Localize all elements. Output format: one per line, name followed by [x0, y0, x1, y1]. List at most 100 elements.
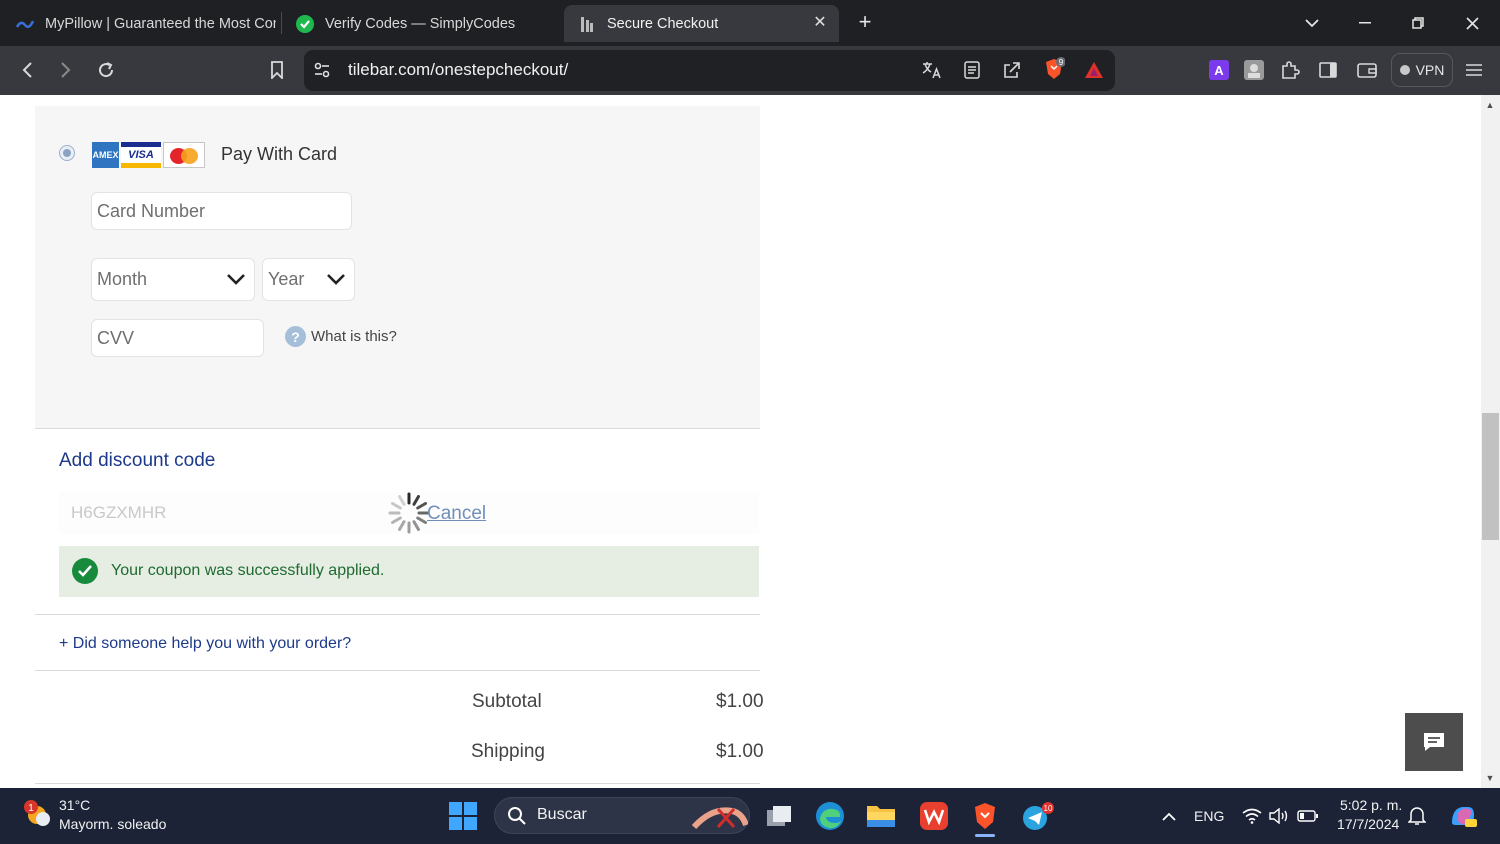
year-select[interactable]: Year	[262, 258, 355, 301]
chat-icon	[1424, 733, 1444, 751]
cvv-field[interactable]: CVV	[91, 319, 264, 357]
windows-start-icon[interactable]	[444, 797, 482, 835]
extensions-puzzle-icon[interactable]	[1276, 56, 1304, 84]
share-icon[interactable]	[998, 56, 1026, 84]
month-select[interactable]: Month	[91, 258, 255, 301]
subtotal-value: $1.00	[716, 691, 764, 712]
svg-text:A: A	[1214, 63, 1224, 78]
bookmark-icon[interactable]	[263, 56, 291, 84]
question-mark-icon[interactable]: ?	[285, 326, 306, 347]
tab-title: Verify Codes — SimplyCodes	[325, 15, 516, 32]
url-text[interactable]: tilebar.com/onestepcheckout/	[348, 60, 568, 80]
check-circle-icon	[72, 558, 98, 584]
divider	[35, 614, 760, 615]
shipping-label: Shipping	[471, 741, 545, 762]
divider	[35, 783, 760, 784]
coupon-code-value: H6GZXMHR	[71, 503, 167, 522]
weather-description: Mayorm. soleado	[59, 816, 167, 832]
scroll-down-arrow-icon[interactable]: ▼	[1484, 772, 1496, 784]
scroll-up-arrow-icon[interactable]: ▲	[1484, 99, 1496, 111]
tab-title: Secure Checkout	[607, 15, 719, 32]
extension-a-icon[interactable]: A	[1205, 56, 1233, 84]
mypillow-favicon-icon	[16, 15, 34, 33]
month-select-value: Month	[97, 269, 148, 289]
weather-badge: 1	[28, 803, 34, 814]
site-settings-icon[interactable]	[308, 56, 336, 84]
pay-with-card-radio[interactable]	[59, 145, 75, 161]
search-label: Buscar	[537, 806, 587, 823]
vpn-status-icon	[1399, 65, 1410, 75]
translate-icon[interactable]	[918, 56, 946, 84]
card-number-placeholder: Card Number	[97, 200, 206, 221]
volume-icon[interactable]	[1266, 797, 1294, 835]
success-text: Your coupon was successfully applied.	[111, 562, 385, 579]
shipping-value: $1.00	[716, 741, 764, 762]
weather-temp: 31°C	[59, 797, 91, 813]
brave-taskbar-icon[interactable]	[966, 797, 1004, 835]
chevron-down-icon	[327, 274, 345, 285]
loading-spinner-icon	[388, 492, 430, 534]
tab-simplycodes[interactable]: Verify Codes — SimplyCodes	[282, 5, 560, 42]
search-icon	[498, 797, 536, 835]
copilot-icon[interactable]	[1444, 797, 1482, 835]
discount-title[interactable]: Add discount code	[59, 450, 215, 472]
menu-hamburger-icon[interactable]	[1460, 56, 1488, 84]
card-brands: AMEX VISA	[92, 142, 205, 169]
notification-bell-icon[interactable]	[1402, 797, 1432, 835]
back-button[interactable]	[13, 56, 41, 84]
file-explorer-icon[interactable]	[862, 797, 900, 835]
sidebar-toggle-icon[interactable]	[1314, 56, 1342, 84]
close-tab-icon[interactable]: ✕	[811, 14, 829, 32]
search-highlight-icon	[692, 797, 748, 835]
wifi-icon[interactable]	[1238, 797, 1266, 835]
clock-date[interactable]: 17/7/2024	[1337, 816, 1399, 832]
simplycodes-favicon-icon	[296, 14, 314, 33]
divider	[35, 428, 760, 429]
cvv-placeholder: CVV	[97, 327, 135, 348]
forward-button[interactable]	[52, 56, 80, 84]
weather-icon[interactable]: 1	[19, 795, 57, 833]
telegram-icon[interactable]: 10	[1018, 797, 1056, 835]
battery-icon[interactable]	[1294, 797, 1322, 835]
tab-search-chevron-icon[interactable]	[1299, 10, 1325, 36]
chevron-down-icon	[227, 274, 245, 285]
mastercard-icon	[163, 142, 205, 168]
reload-button[interactable]	[92, 56, 120, 84]
telegram-badge: 10	[1044, 804, 1053, 813]
scrollbar-thumb[interactable]	[1482, 413, 1499, 540]
wps-office-icon[interactable]	[915, 797, 953, 835]
task-view-icon[interactable]	[760, 797, 798, 835]
tab-mypillow[interactable]: MyPillow | Guaranteed the Most Con	[2, 5, 276, 42]
extension-photo-icon[interactable]	[1240, 56, 1268, 84]
tab-title: MyPillow | Guaranteed the Most Con	[45, 15, 276, 32]
visa-icon: VISA	[121, 142, 161, 168]
vpn-button[interactable]: VPN	[1391, 53, 1453, 87]
vpn-label: VPN	[1415, 62, 1445, 78]
restore-button[interactable]	[1405, 10, 1431, 36]
chevron-up-icon[interactable]	[1150, 797, 1188, 835]
new-tab-button[interactable]: +	[854, 11, 876, 34]
cancel-coupon-link[interactable]: Cancel	[427, 503, 486, 525]
pay-with-card-label: Pay With Card	[221, 144, 338, 164]
active-app-indicator	[975, 834, 995, 837]
clock-time[interactable]: 5:02 p. m.	[1340, 797, 1402, 813]
reader-mode-icon[interactable]	[958, 56, 986, 84]
tilebar-favicon-icon	[578, 15, 596, 33]
divider	[35, 670, 760, 671]
year-select-value: Year	[268, 269, 305, 289]
brave-rewards-icon[interactable]	[1080, 56, 1108, 84]
wallet-icon[interactable]	[1353, 56, 1381, 84]
language-indicator[interactable]: ENG	[1194, 808, 1224, 824]
edge-browser-icon[interactable]	[811, 797, 849, 835]
minimize-button[interactable]	[1352, 10, 1378, 36]
subtotal-label: Subtotal	[472, 691, 542, 712]
amex-icon: AMEX	[92, 142, 119, 168]
close-window-button[interactable]	[1459, 10, 1485, 36]
chat-button[interactable]	[1405, 713, 1463, 771]
order-helper-link[interactable]: + Did someone help you with your order?	[59, 635, 351, 653]
brave-shields-icon[interactable]: 9	[1040, 55, 1068, 83]
tab-secure-checkout[interactable]: Secure Checkout ✕	[564, 5, 839, 42]
shields-badge: 9	[1059, 58, 1064, 67]
cvv-help-link[interactable]: What is this?	[311, 328, 397, 345]
card-number-field[interactable]: Card Number	[91, 192, 352, 230]
